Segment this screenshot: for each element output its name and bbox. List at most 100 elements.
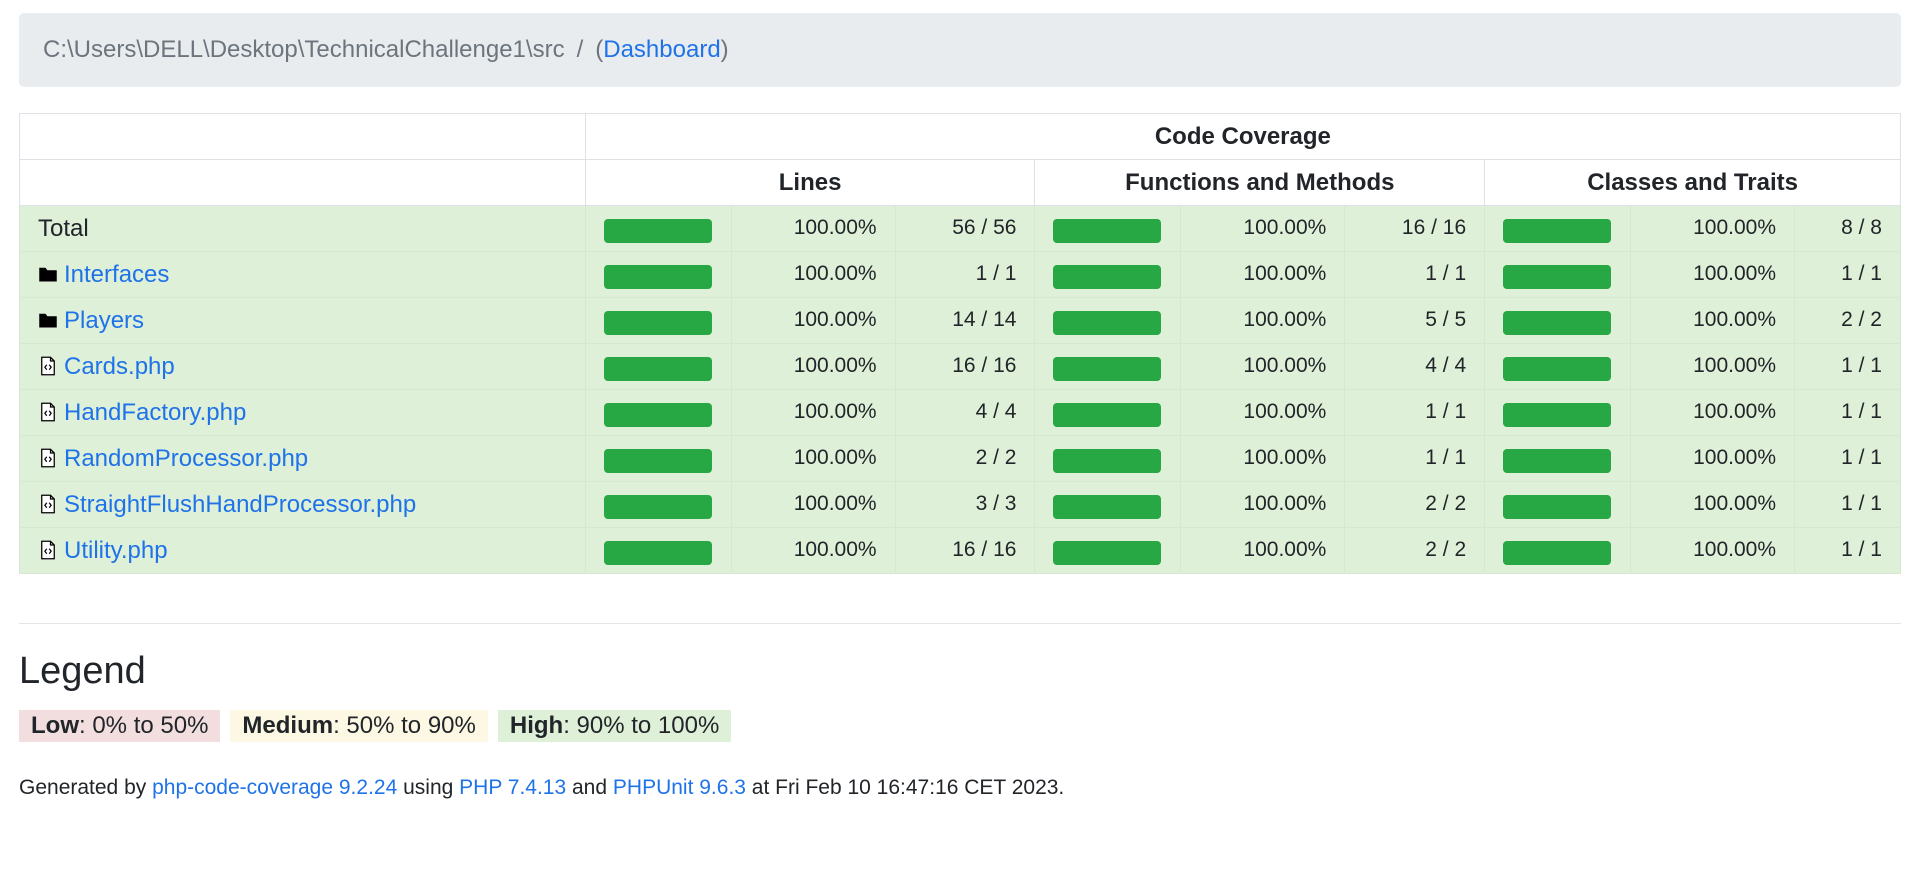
functions-ratio: 5 / 5 [1344, 297, 1486, 344]
legend-medium-range: : 50% to 90% [333, 712, 476, 739]
classes-ratio: 1 / 1 [1794, 343, 1901, 390]
classes-progress-bar [1503, 310, 1612, 335]
classes-bar-cell [1484, 481, 1632, 528]
functions-percent: 100.00% [1180, 251, 1346, 298]
classes-progress-bar [1503, 264, 1612, 289]
classes-ratio: 1 / 1 [1794, 481, 1901, 528]
phpunit-link[interactable]: PHPUnit 9.6.3 [613, 776, 746, 799]
legend: Low: 0% to 50% Medium: 50% to 90% High: … [19, 710, 741, 742]
functions-bar-cell [1034, 343, 1182, 390]
functions-bar-cell [1034, 481, 1182, 528]
row-link[interactable]: Cards.php [64, 353, 175, 380]
row-name-cell: Total [19, 205, 586, 252]
functions-bar-cell [1034, 435, 1182, 482]
lines-ratio: 3 / 3 [894, 481, 1036, 528]
lines-ratio: 16 / 16 [894, 527, 1036, 574]
row-name-cell: HandFactory.php [19, 389, 586, 436]
classes-bar-cell [1484, 205, 1632, 252]
row-link[interactable]: Players [64, 307, 144, 334]
classes-percent: 100.00% [1630, 251, 1796, 298]
legend-low: Low: 0% to 50% [19, 710, 221, 742]
php-link[interactable]: PHP 7.4.13 [459, 776, 566, 799]
lines-bar-cell [584, 389, 732, 436]
row-name-cell: Cards.php [19, 343, 586, 390]
lines-ratio: 4 / 4 [894, 389, 1036, 436]
classes-bar-cell [1484, 343, 1632, 390]
functions-percent: 100.00% [1180, 343, 1346, 390]
lines-ratio: 56 / 56 [894, 205, 1036, 252]
classes-progress-bar [1503, 540, 1612, 565]
functions-bar-cell [1034, 251, 1182, 298]
footer-timestamp: at Fri Feb 10 16:47:16 CET 2023. [745, 776, 1065, 799]
lines-bar-cell [584, 297, 732, 344]
functions-bar-cell [1034, 389, 1182, 436]
classes-percent: 100.00% [1630, 297, 1796, 344]
header-lines: Lines [584, 159, 1036, 206]
lines-bar-cell [584, 527, 732, 574]
row-link[interactable]: RandomProcessor.php [64, 445, 308, 472]
lines-progress-bar [603, 540, 712, 565]
php-code-coverage-link[interactable]: php-code-coverage 9.2.24 [152, 776, 397, 799]
legend-high-label: High [509, 712, 564, 739]
footer: Generated by php-code-coverage 9.2.24 us… [19, 776, 1064, 800]
header-row-main: Code Coverage [19, 113, 1902, 160]
functions-progress-bar [1053, 540, 1162, 565]
classes-ratio: 1 / 1 [1794, 389, 1901, 436]
functions-ratio: 1 / 1 [1344, 435, 1486, 482]
lines-progress-bar [603, 264, 712, 289]
classes-percent: 100.00% [1630, 527, 1796, 574]
classes-bar-cell [1484, 435, 1632, 482]
table-row: Players 100.00% 14 / 14 100.00% 5 / 5 100.00%… [19, 297, 1901, 344]
classes-ratio: 8 / 8 [1794, 205, 1901, 252]
classes-progress-bar [1503, 356, 1612, 381]
functions-bar-cell [1034, 297, 1182, 344]
header-code-coverage: Code Coverage [584, 113, 1902, 160]
functions-bar-cell [1034, 527, 1182, 574]
table-row: Cards.php 100.00% 16 / 16 100.00% 4 / 4 100.0… [19, 343, 1901, 390]
row-name-cell: Utility.php [19, 527, 586, 574]
functions-ratio: 1 / 1 [1344, 251, 1486, 298]
row-link[interactable]: Utility.php [64, 537, 168, 564]
close-paren: ) [720, 36, 729, 63]
coverage-table: Code Coverage Lines Functions and Method… [19, 113, 1902, 574]
classes-bar-cell [1484, 297, 1632, 344]
lines-bar-cell [584, 481, 732, 528]
lines-progress-bar [603, 448, 712, 473]
footer-using: using [397, 776, 460, 799]
row-name: Total [38, 214, 89, 242]
classes-percent: 100.00% [1630, 205, 1796, 252]
dashboard-link[interactable]: Dashboard [603, 36, 720, 64]
file-code-icon [38, 355, 60, 377]
functions-percent: 100.00% [1180, 481, 1346, 528]
legend-title: Legend [19, 650, 146, 692]
row-name-cell: RandomProcessor.php [19, 435, 586, 482]
classes-progress-bar [1503, 402, 1612, 427]
functions-progress-bar [1053, 218, 1162, 243]
lines-percent: 100.00% [730, 527, 896, 574]
lines-percent: 100.00% [730, 297, 896, 344]
header-row-sub: Lines Functions and Methods Classes and … [19, 159, 1901, 206]
classes-percent: 100.00% [1630, 435, 1796, 482]
functions-percent: 100.00% [1180, 435, 1346, 482]
functions-ratio: 2 / 2 [1344, 481, 1486, 528]
header-functions: Functions and Methods [1034, 159, 1486, 206]
folder-icon [38, 263, 60, 285]
table-row: RandomProcessor.php 100.00% 2 / 2 100.00% 1 … [19, 435, 1901, 482]
functions-progress-bar [1053, 356, 1162, 381]
functions-ratio: 4 / 4 [1344, 343, 1486, 390]
file-code-icon [38, 401, 60, 423]
row-link[interactable]: HandFactory.php [64, 399, 246, 426]
functions-percent: 100.00% [1180, 527, 1346, 574]
lines-progress-bar [603, 218, 712, 243]
lines-ratio: 16 / 16 [894, 343, 1036, 390]
classes-ratio: 1 / 1 [1794, 527, 1901, 574]
classes-progress-bar [1503, 218, 1612, 243]
lines-ratio: 14 / 14 [894, 297, 1036, 344]
row-name-cell: Players [19, 297, 586, 344]
row-link[interactable]: StraightFlushHandProcessor.php [64, 491, 416, 518]
legend-medium-label: Medium [242, 712, 334, 739]
lines-percent: 100.00% [730, 481, 896, 528]
functions-progress-bar [1053, 402, 1162, 427]
functions-percent: 100.00% [1180, 389, 1346, 436]
row-link[interactable]: Interfaces [64, 261, 169, 288]
